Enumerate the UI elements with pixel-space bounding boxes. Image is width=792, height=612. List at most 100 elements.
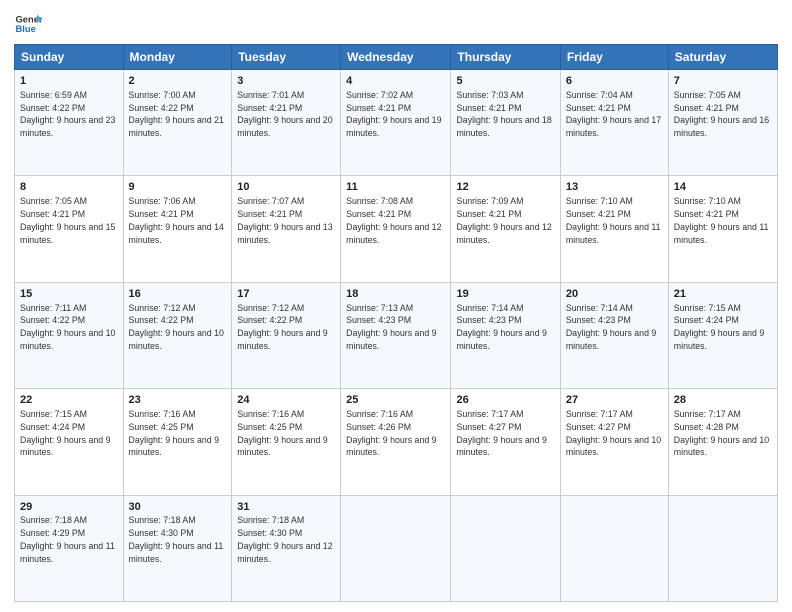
day-detail: Sunrise: 7:04 AMSunset: 4:21 PMDaylight:… — [566, 90, 661, 138]
calendar-cell — [560, 495, 668, 601]
svg-text:Blue: Blue — [16, 24, 36, 34]
calendar-body: 1Sunrise: 6:59 AMSunset: 4:22 PMDaylight… — [15, 70, 778, 602]
day-detail: Sunrise: 7:06 AMSunset: 4:21 PMDaylight:… — [129, 196, 224, 244]
day-detail: Sunrise: 7:10 AMSunset: 4:21 PMDaylight:… — [674, 196, 769, 244]
calendar-cell: 5Sunrise: 7:03 AMSunset: 4:21 PMDaylight… — [451, 70, 560, 176]
day-number: 7 — [674, 74, 772, 89]
day-detail: Sunrise: 7:03 AMSunset: 4:21 PMDaylight:… — [456, 90, 551, 138]
calendar-cell: 15Sunrise: 7:11 AMSunset: 4:22 PMDayligh… — [15, 282, 124, 388]
calendar-cell: 3Sunrise: 7:01 AMSunset: 4:21 PMDaylight… — [232, 70, 341, 176]
day-detail: Sunrise: 7:16 AMSunset: 4:25 PMDaylight:… — [129, 409, 219, 457]
calendar-cell: 2Sunrise: 7:00 AMSunset: 4:22 PMDaylight… — [123, 70, 232, 176]
day-number: 18 — [346, 287, 445, 302]
day-detail: Sunrise: 7:02 AMSunset: 4:21 PMDaylight:… — [346, 90, 441, 138]
logo: General Blue — [14, 10, 44, 38]
header-cell-sunday: Sunday — [15, 45, 124, 70]
calendar-cell: 21Sunrise: 7:15 AMSunset: 4:24 PMDayligh… — [668, 282, 777, 388]
day-number: 12 — [456, 180, 554, 195]
day-detail: Sunrise: 7:07 AMSunset: 4:21 PMDaylight:… — [237, 196, 332, 244]
day-number: 21 — [674, 287, 772, 302]
day-detail: Sunrise: 7:09 AMSunset: 4:21 PMDaylight:… — [456, 196, 551, 244]
day-number: 20 — [566, 287, 663, 302]
day-detail: Sunrise: 7:15 AMSunset: 4:24 PMDaylight:… — [674, 303, 764, 351]
calendar-cell — [451, 495, 560, 601]
day-detail: Sunrise: 7:12 AMSunset: 4:22 PMDaylight:… — [237, 303, 327, 351]
day-detail: Sunrise: 7:13 AMSunset: 4:23 PMDaylight:… — [346, 303, 436, 351]
day-number: 24 — [237, 393, 335, 408]
day-detail: Sunrise: 7:16 AMSunset: 4:25 PMDaylight:… — [237, 409, 327, 457]
calendar-cell: 20Sunrise: 7:14 AMSunset: 4:23 PMDayligh… — [560, 282, 668, 388]
day-number: 9 — [129, 180, 227, 195]
header-row: SundayMondayTuesdayWednesdayThursdayFrid… — [15, 45, 778, 70]
week-row-2: 8Sunrise: 7:05 AMSunset: 4:21 PMDaylight… — [15, 176, 778, 282]
header-cell-monday: Monday — [123, 45, 232, 70]
calendar-cell: 26Sunrise: 7:17 AMSunset: 4:27 PMDayligh… — [451, 389, 560, 495]
calendar-cell: 13Sunrise: 7:10 AMSunset: 4:21 PMDayligh… — [560, 176, 668, 282]
calendar-cell: 30Sunrise: 7:18 AMSunset: 4:30 PMDayligh… — [123, 495, 232, 601]
calendar-cell: 27Sunrise: 7:17 AMSunset: 4:27 PMDayligh… — [560, 389, 668, 495]
day-detail: Sunrise: 7:05 AMSunset: 4:21 PMDaylight:… — [674, 90, 769, 138]
calendar-cell: 22Sunrise: 7:15 AMSunset: 4:24 PMDayligh… — [15, 389, 124, 495]
day-detail: Sunrise: 7:14 AMSunset: 4:23 PMDaylight:… — [456, 303, 546, 351]
day-number: 26 — [456, 393, 554, 408]
calendar-cell — [341, 495, 451, 601]
day-detail: Sunrise: 7:18 AMSunset: 4:30 PMDaylight:… — [129, 515, 224, 563]
header-cell-tuesday: Tuesday — [232, 45, 341, 70]
calendar-cell: 11Sunrise: 7:08 AMSunset: 4:21 PMDayligh… — [341, 176, 451, 282]
calendar-cell: 29Sunrise: 7:18 AMSunset: 4:29 PMDayligh… — [15, 495, 124, 601]
day-number: 17 — [237, 287, 335, 302]
day-detail: Sunrise: 7:17 AMSunset: 4:28 PMDaylight:… — [674, 409, 769, 457]
day-number: 4 — [346, 74, 445, 89]
calendar-cell: 19Sunrise: 7:14 AMSunset: 4:23 PMDayligh… — [451, 282, 560, 388]
day-detail: Sunrise: 7:08 AMSunset: 4:21 PMDaylight:… — [346, 196, 441, 244]
day-number: 8 — [20, 180, 118, 195]
day-detail: Sunrise: 6:59 AMSunset: 4:22 PMDaylight:… — [20, 90, 115, 138]
day-detail: Sunrise: 7:15 AMSunset: 4:24 PMDaylight:… — [20, 409, 110, 457]
day-number: 22 — [20, 393, 118, 408]
calendar-cell — [668, 495, 777, 601]
week-row-1: 1Sunrise: 6:59 AMSunset: 4:22 PMDaylight… — [15, 70, 778, 176]
day-number: 3 — [237, 74, 335, 89]
header-cell-friday: Friday — [560, 45, 668, 70]
day-number: 19 — [456, 287, 554, 302]
calendar-cell: 4Sunrise: 7:02 AMSunset: 4:21 PMDaylight… — [341, 70, 451, 176]
week-row-4: 22Sunrise: 7:15 AMSunset: 4:24 PMDayligh… — [15, 389, 778, 495]
day-detail: Sunrise: 7:05 AMSunset: 4:21 PMDaylight:… — [20, 196, 115, 244]
day-detail: Sunrise: 7:16 AMSunset: 4:26 PMDaylight:… — [346, 409, 436, 457]
calendar-cell: 23Sunrise: 7:16 AMSunset: 4:25 PMDayligh… — [123, 389, 232, 495]
day-number: 6 — [566, 74, 663, 89]
header: General Blue — [14, 10, 778, 38]
day-number: 16 — [129, 287, 227, 302]
day-number: 28 — [674, 393, 772, 408]
day-detail: Sunrise: 7:10 AMSunset: 4:21 PMDaylight:… — [566, 196, 661, 244]
day-number: 14 — [674, 180, 772, 195]
calendar-cell: 17Sunrise: 7:12 AMSunset: 4:22 PMDayligh… — [232, 282, 341, 388]
day-number: 25 — [346, 393, 445, 408]
day-detail: Sunrise: 7:11 AMSunset: 4:22 PMDaylight:… — [20, 303, 115, 351]
calendar-cell: 18Sunrise: 7:13 AMSunset: 4:23 PMDayligh… — [341, 282, 451, 388]
day-detail: Sunrise: 7:18 AMSunset: 4:30 PMDaylight:… — [237, 515, 332, 563]
day-number: 27 — [566, 393, 663, 408]
day-number: 29 — [20, 500, 118, 515]
calendar-cell: 6Sunrise: 7:04 AMSunset: 4:21 PMDaylight… — [560, 70, 668, 176]
calendar-cell: 10Sunrise: 7:07 AMSunset: 4:21 PMDayligh… — [232, 176, 341, 282]
calendar-cell: 12Sunrise: 7:09 AMSunset: 4:21 PMDayligh… — [451, 176, 560, 282]
day-detail: Sunrise: 7:14 AMSunset: 4:23 PMDaylight:… — [566, 303, 656, 351]
day-number: 30 — [129, 500, 227, 515]
calendar-table: SundayMondayTuesdayWednesdayThursdayFrid… — [14, 44, 778, 602]
calendar-cell: 31Sunrise: 7:18 AMSunset: 4:30 PMDayligh… — [232, 495, 341, 601]
page: General Blue SundayMondayTuesdayWednesda… — [0, 0, 792, 612]
day-detail: Sunrise: 7:12 AMSunset: 4:22 PMDaylight:… — [129, 303, 224, 351]
day-number: 10 — [237, 180, 335, 195]
day-number: 13 — [566, 180, 663, 195]
day-detail: Sunrise: 7:18 AMSunset: 4:29 PMDaylight:… — [20, 515, 115, 563]
day-number: 23 — [129, 393, 227, 408]
week-row-5: 29Sunrise: 7:18 AMSunset: 4:29 PMDayligh… — [15, 495, 778, 601]
day-number: 1 — [20, 74, 118, 89]
calendar-cell: 25Sunrise: 7:16 AMSunset: 4:26 PMDayligh… — [341, 389, 451, 495]
calendar-cell: 14Sunrise: 7:10 AMSunset: 4:21 PMDayligh… — [668, 176, 777, 282]
day-detail: Sunrise: 7:01 AMSunset: 4:21 PMDaylight:… — [237, 90, 332, 138]
calendar-cell: 16Sunrise: 7:12 AMSunset: 4:22 PMDayligh… — [123, 282, 232, 388]
calendar-cell: 1Sunrise: 6:59 AMSunset: 4:22 PMDaylight… — [15, 70, 124, 176]
calendar-cell: 24Sunrise: 7:16 AMSunset: 4:25 PMDayligh… — [232, 389, 341, 495]
